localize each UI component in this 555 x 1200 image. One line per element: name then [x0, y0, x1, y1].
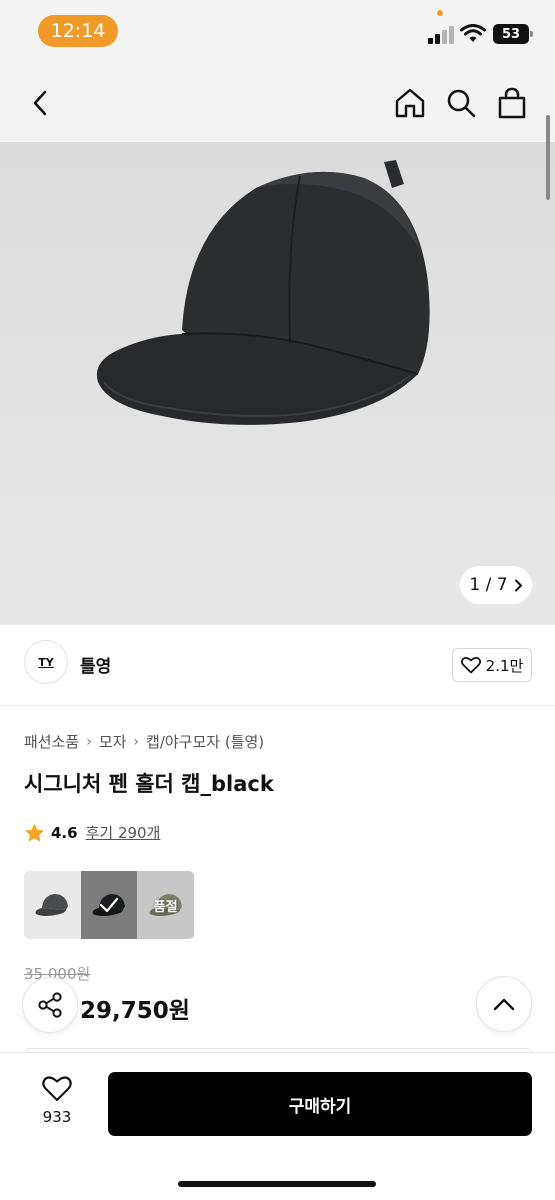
star-icon — [25, 823, 44, 842]
product-image — [96, 160, 430, 425]
back-button[interactable] — [24, 86, 58, 120]
breadcrumb: 패션소품 › 모자 › 캡/야구모자 (틀영) — [24, 731, 264, 752]
battery-indicator: 53 — [493, 24, 533, 44]
wifi-icon — [460, 24, 486, 42]
chevron-right-icon — [514, 579, 522, 591]
color-option-charcoal[interactable] — [24, 871, 81, 939]
image-counter[interactable]: 1 / 7 — [460, 566, 532, 604]
review-count-link[interactable]: 후기 290개 — [86, 822, 161, 843]
share-button[interactable] — [22, 977, 78, 1033]
color-option-black-selected[interactable] — [80, 871, 138, 939]
status-bar: 12:14 53 — [0, 0, 555, 62]
chevron-left-icon — [33, 90, 47, 116]
cellular-signal-icon — [428, 26, 456, 44]
chevron-right-icon: › — [133, 733, 140, 750]
home-indicator — [178, 1181, 376, 1187]
breadcrumb-item[interactable]: 패션소품 — [24, 731, 79, 752]
check-icon — [81, 871, 138, 939]
rating-score: 4.6 — [51, 823, 78, 842]
chevron-right-icon: › — [86, 733, 92, 750]
image-counter-text: 1 / 7 — [469, 575, 508, 595]
rating: 4.6 후기 290개 — [24, 822, 160, 843]
bottom-action-bar: 933 구매하기 — [0, 1052, 555, 1200]
breadcrumb-item[interactable]: 캡/야구모자 (틀영) — [146, 731, 264, 752]
brand-like-button[interactable]: 2.1만 — [452, 648, 532, 682]
scroll-to-top-button[interactable] — [476, 976, 532, 1032]
scroll-indicator — [546, 115, 550, 200]
privacy-indicator — [437, 10, 443, 16]
buy-button[interactable]: 구매하기 — [108, 1072, 532, 1136]
section-divider — [0, 705, 555, 706]
brand-name[interactable]: 틀영 — [80, 652, 111, 677]
breadcrumb-item[interactable]: 모자 — [99, 731, 127, 752]
top-navigation — [0, 62, 555, 142]
color-option-olive-soldout[interactable]: 품절 — [137, 871, 194, 939]
product-title: 시그니처 펜 홀더 캡_black — [24, 772, 274, 796]
product-image-gallery[interactable] — [0, 142, 555, 625]
brand-row: TY 틀영 2.1만 — [24, 640, 532, 688]
search-button[interactable] — [444, 86, 478, 120]
status-time: 12:14 — [38, 15, 118, 47]
soldout-label: 품절 — [153, 899, 178, 915]
heart-icon — [460, 657, 481, 674]
heart-icon — [42, 1076, 72, 1102]
search-icon — [447, 89, 476, 118]
shopping-bag-icon — [498, 87, 526, 119]
color-options: 품절 — [24, 871, 194, 939]
wishlist-count: 933 — [42, 1108, 72, 1126]
cart-button[interactable] — [495, 86, 529, 120]
sale-price: 29,750원 — [80, 998, 190, 1024]
brand-logo-text: TY — [38, 655, 54, 669]
share-icon — [38, 992, 62, 1018]
wishlist-button[interactable]: 933 — [24, 1075, 90, 1126]
brand-like-count: 2.1만 — [485, 656, 524, 675]
brand-logo[interactable]: TY — [24, 640, 68, 684]
cap-thumbnail — [35, 894, 69, 916]
chevron-up-icon — [493, 998, 515, 1011]
home-icon — [395, 88, 425, 118]
home-button[interactable] — [393, 86, 427, 120]
